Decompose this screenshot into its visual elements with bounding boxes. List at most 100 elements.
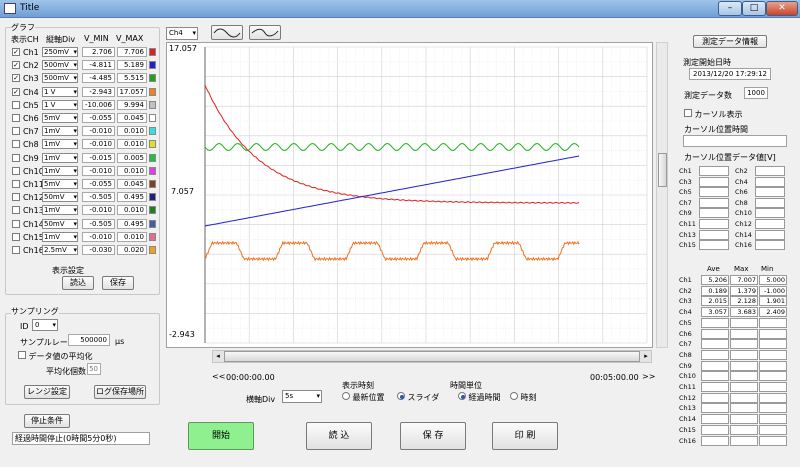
channel-color-swatch[interactable] — [149, 206, 156, 215]
channel-checkbox[interactable] — [12, 180, 20, 188]
channel-div-select[interactable]: 1mV ▾ — [42, 126, 78, 137]
range-settings-button[interactable]: レンジ設定 — [24, 385, 70, 399]
channel-div-select[interactable]: 1mV ▾ — [42, 231, 78, 242]
load-button[interactable]: 読 込 — [306, 422, 372, 450]
channel-checkbox[interactable] — [12, 206, 20, 215]
nav-left-button[interactable]: << — [212, 372, 225, 381]
channel-vmax[interactable]: 0.495 — [117, 218, 147, 229]
channel-checkbox[interactable] — [12, 127, 20, 136]
channel-color-swatch[interactable] — [149, 48, 156, 56]
channel-div-select[interactable]: 1mV ▾ — [42, 152, 78, 163]
channel-checkbox[interactable] — [12, 100, 20, 109]
hscroll-left-icon[interactable]: ◂ — [213, 351, 223, 362]
channel-vmax[interactable]: 0.045 — [117, 113, 147, 123]
channel-vmin[interactable]: -0.010 — [82, 165, 115, 176]
channel-color-swatch[interactable] — [149, 87, 156, 96]
channel-div-select[interactable]: 1mV ▾ — [42, 165, 78, 176]
channel-vmin[interactable]: -4.485 — [82, 73, 115, 84]
radio-clock[interactable]: 時刻 — [510, 392, 537, 403]
channel-div-select[interactable]: 50mV ▾ — [42, 192, 78, 203]
channel-vmin[interactable]: -0.055 — [82, 113, 115, 123]
channel-vmax[interactable]: 5.189 — [117, 60, 147, 71]
channel-color-swatch[interactable] — [149, 153, 156, 162]
channel-checkbox[interactable] — [12, 219, 20, 228]
channel-vmin[interactable]: -0.010 — [82, 231, 115, 242]
channel-vmin[interactable]: 2.706 — [82, 47, 115, 57]
channel-div-select[interactable]: 5mV ▾ — [42, 179, 78, 189]
channel-checkbox[interactable]: ✓ — [12, 87, 20, 96]
plot-canvas[interactable] — [167, 43, 652, 347]
channel-vmin[interactable]: -2.943 — [82, 86, 115, 97]
channel-vmin[interactable]: -10.006 — [82, 99, 115, 110]
channel-vmin[interactable]: -0.505 — [82, 218, 115, 229]
channel-color-swatch[interactable] — [149, 114, 156, 122]
display-save-button[interactable]: 保存 — [102, 276, 134, 290]
average-checkbox[interactable]: データ値の平均化 — [18, 351, 93, 362]
average-count-input[interactable]: 50 — [87, 363, 101, 375]
channel-div-select[interactable]: 1mV ▾ — [42, 205, 78, 216]
display-load-button[interactable]: 読込 — [62, 276, 94, 290]
plot-vscroll-thumb[interactable] — [658, 153, 667, 187]
channel-div-select[interactable]: 1 V ▾ — [42, 99, 78, 110]
channel-checkbox[interactable]: ✓ — [12, 48, 20, 56]
channel-vmax[interactable]: 0.010 — [117, 231, 147, 242]
measurement-info-button[interactable]: 測定データ情報 — [693, 35, 767, 48]
channel-vmax[interactable]: 0.010 — [117, 139, 147, 150]
log-location-button[interactable]: ログ保存場所 — [94, 385, 146, 399]
stop-condition-button[interactable]: 停止条件 — [24, 414, 70, 428]
hscroll-thumb[interactable] — [224, 351, 640, 362]
channel-div-select[interactable]: 500mV ▾ — [42, 60, 78, 71]
channel-color-swatch[interactable] — [149, 232, 156, 241]
channel-vmax[interactable]: 0.495 — [117, 192, 147, 203]
channel-color-swatch[interactable] — [149, 166, 156, 175]
channel-checkbox[interactable] — [12, 246, 20, 254]
channel-vmax[interactable]: 0.010 — [117, 126, 147, 137]
plot-channel-select[interactable]: Ch4 ▾ — [166, 27, 198, 40]
channel-div-select[interactable]: 1 V ▾ — [42, 86, 78, 97]
channel-color-swatch[interactable] — [149, 193, 156, 202]
channel-color-swatch[interactable] — [149, 246, 156, 254]
channel-color-swatch[interactable] — [149, 140, 156, 149]
nav-right-button[interactable]: >> — [642, 372, 655, 381]
hdiv-select[interactable]: 5s ▾ — [282, 390, 322, 403]
channel-vmin[interactable]: -0.015 — [82, 152, 115, 163]
id-select[interactable]: 0 ▾ — [32, 319, 58, 331]
plot-vscroll[interactable] — [656, 42, 668, 348]
channel-checkbox[interactable]: ✓ — [12, 74, 20, 83]
channel-vmin[interactable]: -0.505 — [82, 192, 115, 203]
channel-div-select[interactable]: 2.5mV ▾ — [42, 245, 78, 255]
radio-slider[interactable]: スライダ — [397, 392, 439, 403]
channel-div-select[interactable]: 250mV ▾ — [42, 47, 78, 57]
channel-checkbox[interactable] — [12, 193, 20, 202]
smooth-wave-button[interactable] — [249, 25, 281, 40]
channel-div-select[interactable]: 500mV ▾ — [42, 73, 78, 84]
channel-vmin[interactable]: -4.811 — [82, 60, 115, 71]
channel-div-select[interactable]: 50mV ▾ — [42, 218, 78, 229]
radio-elapsed[interactable]: 経過時間 — [458, 392, 501, 403]
start-button[interactable]: 開始 — [188, 422, 254, 450]
sine-wave-button[interactable] — [211, 25, 243, 40]
channel-vmax[interactable]: 0.010 — [117, 165, 147, 176]
channel-vmin[interactable]: -0.010 — [82, 205, 115, 216]
channel-color-swatch[interactable] — [149, 100, 156, 109]
channel-color-swatch[interactable] — [149, 127, 156, 136]
channel-vmax[interactable]: 17.057 — [117, 86, 147, 97]
maximize-button[interactable]: □ — [742, 1, 766, 16]
channel-checkbox[interactable]: ✓ — [12, 61, 20, 70]
channel-vmin[interactable]: -0.055 — [82, 179, 115, 189]
channel-vmax[interactable]: 0.005 — [117, 152, 147, 163]
hscroll-right-icon[interactable]: ▸ — [641, 351, 651, 362]
channel-checkbox[interactable] — [12, 232, 20, 241]
channel-checkbox[interactable] — [12, 140, 20, 149]
print-button[interactable]: 印 刷 — [492, 422, 558, 450]
channel-color-swatch[interactable] — [149, 180, 156, 188]
channel-vmax[interactable]: 0.045 — [117, 179, 147, 189]
sample-rate-input[interactable]: 500000 — [68, 334, 110, 346]
channel-vmax[interactable]: 0.010 — [117, 205, 147, 216]
channel-checkbox[interactable] — [12, 153, 20, 162]
channel-color-swatch[interactable] — [149, 61, 156, 70]
channel-vmax[interactable]: 9.994 — [117, 99, 147, 110]
plot-hscroll[interactable]: ◂ ▸ — [212, 350, 652, 363]
channel-vmax[interactable]: 5.515 — [117, 73, 147, 84]
channel-vmax[interactable]: 0.020 — [117, 245, 147, 255]
